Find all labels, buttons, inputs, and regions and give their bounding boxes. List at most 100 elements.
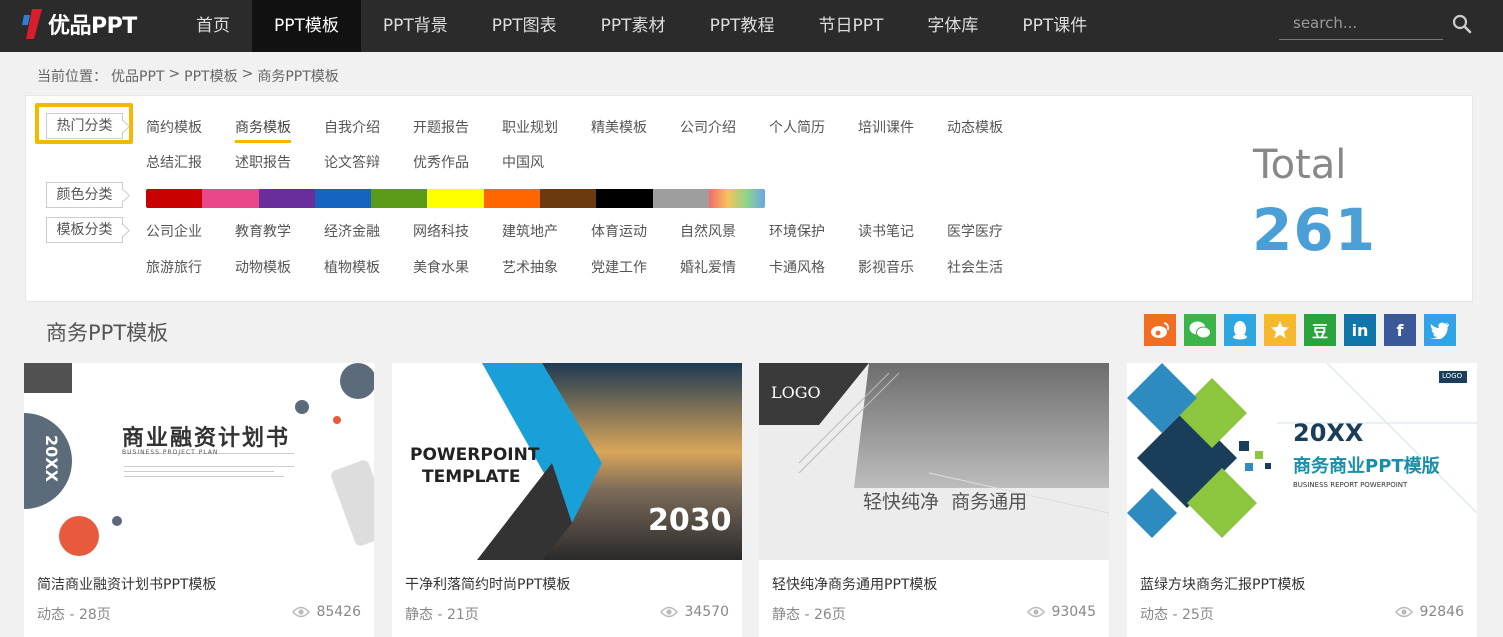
type-category-link[interactable]: 影视音乐 — [858, 257, 914, 277]
color-swatch[interactable] — [258, 189, 315, 208]
nav-item-6[interactable]: PPT教程 — [688, 0, 797, 52]
hot-category-link[interactable]: 论文答辩 — [324, 152, 380, 172]
hot-category-link[interactable]: 中国风 — [502, 152, 544, 172]
hot-category-link[interactable]: 简约模板 — [146, 117, 202, 137]
template-card[interactable]: POWERPOINT TEMPLATE 2030 干净利落简约时尚PPT模板 静… — [392, 363, 742, 637]
type-category-link[interactable]: 社会生活 — [947, 257, 1003, 277]
color-swatch[interactable] — [314, 189, 372, 208]
type-category-link[interactable]: 网络科技 — [413, 221, 469, 241]
nav-item-2[interactable]: PPT模板 — [252, 0, 361, 52]
search-icon[interactable] — [1452, 14, 1472, 34]
filter-panel: 热门分类 颜色分类 模板分类 Total 261 简约模板 商务模板 自我介绍 开题报… — [25, 95, 1473, 302]
template-card[interactable]: LOGO 20XX 商务商业PPT模版 BUSINESS REPORT POWE… — [1127, 363, 1477, 637]
site-logo[interactable]: 优品PPT — [22, 6, 137, 42]
hot-category-link[interactable]: 优秀作品 — [413, 152, 469, 172]
color-swatch[interactable] — [146, 189, 203, 208]
type-category-link[interactable]: 公司企业 — [146, 221, 202, 241]
template-thumbnail[interactable]: LOGO 轻快纯净 商务通用 — [759, 363, 1109, 560]
type-category-link[interactable]: 建筑地产 — [502, 221, 558, 241]
thumb-year: 20XX — [1293, 419, 1364, 447]
qq-icon[interactable] — [1224, 314, 1256, 346]
template-thumbnail[interactable]: POWERPOINT TEMPLATE 2030 — [392, 363, 742, 560]
template-card[interactable]: LOGO 轻快纯净 商务通用 轻快纯净商务通用PPT模板 静态 - 26页 93… — [759, 363, 1109, 637]
thumb-heading: 商务商业PPT模版 — [1293, 456, 1440, 477]
hot-category-link[interactable]: 总结汇报 — [146, 152, 202, 172]
type-category-link[interactable]: 美食水果 — [413, 257, 469, 277]
template-card[interactable]: 20XX 商业融资计划书 BUSINESS PROJECT PLAN 简洁商业融… — [24, 363, 374, 637]
color-swatch[interactable] — [652, 189, 709, 208]
weibo-icon[interactable] — [1144, 314, 1176, 346]
hot-category-link[interactable]: 培训课件 — [858, 117, 914, 137]
eye-icon — [1395, 606, 1414, 618]
card-title[interactable]: 简洁商业融资计划书PPT模板 — [37, 574, 216, 594]
brand-name: 优品PPT — [48, 14, 137, 39]
type-category-link[interactable]: 体育运动 — [591, 221, 647, 241]
nav-item-4[interactable]: PPT图表 — [470, 0, 579, 52]
template-thumbnail[interactable]: 20XX 商业融资计划书 BUSINESS PROJECT PLAN — [24, 363, 374, 560]
hot-category-link[interactable]: 自我介绍 — [324, 117, 380, 137]
twitter-icon[interactable] — [1424, 314, 1456, 346]
card-title[interactable]: 干净利落简约时尚PPT模板 — [405, 574, 570, 594]
color-swatch[interactable] — [202, 189, 259, 208]
search-input[interactable] — [1279, 8, 1429, 38]
type-category-link[interactable]: 党建工作 — [591, 257, 647, 277]
breadcrumb-link-templates[interactable]: PPT模板 — [184, 66, 237, 86]
card-type: 动态 — [37, 607, 65, 623]
type-category-link[interactable]: 动物模板 — [235, 257, 291, 277]
color-swatch[interactable] — [371, 189, 428, 208]
breadcrumb-link-home[interactable]: 优品PPT — [111, 66, 164, 86]
color-swatch[interactable] — [427, 189, 484, 208]
hot-category-link[interactable]: 开题报告 — [413, 117, 469, 137]
color-swatch[interactable] — [708, 189, 766, 208]
type-category-link[interactable]: 环境保护 — [769, 221, 825, 241]
wechat-icon[interactable] — [1184, 314, 1216, 346]
card-views: 93045 — [1027, 604, 1096, 620]
color-swatch[interactable] — [483, 189, 541, 208]
type-category-link[interactable]: 教育教学 — [235, 221, 291, 241]
card-type: 静态 — [772, 607, 800, 623]
card-view-count: 92846 — [1419, 604, 1464, 620]
nav-item-8[interactable]: 字体库 — [905, 0, 1000, 52]
facebook-icon[interactable]: f — [1384, 314, 1416, 346]
type-category-link[interactable]: 经济金融 — [324, 221, 380, 241]
section-title: 商务PPT模板 — [46, 321, 169, 345]
hot-category-link[interactable]: 职业规划 — [502, 117, 558, 137]
thumb-line1: POWERPOINT — [410, 445, 540, 465]
type-category-link[interactable]: 医学医疗 — [947, 221, 1003, 241]
card-title[interactable]: 蓝绿方块商务汇报PPT模板 — [1140, 574, 1305, 594]
card-title[interactable]: 轻快纯净商务通用PPT模板 — [772, 574, 937, 594]
eye-icon — [1027, 606, 1046, 618]
hot-category-link[interactable]: 公司介绍 — [680, 117, 736, 137]
breadcrumb-separator: > — [241, 66, 254, 82]
nav-item-1[interactable]: 首页 — [174, 0, 252, 52]
hot-category-link[interactable]: 商务模板 — [235, 117, 291, 143]
nav-item-9[interactable]: PPT课件 — [1000, 0, 1109, 52]
card-meta: 动态 - 28页 — [37, 607, 111, 623]
nav-item-3[interactable]: PPT背景 — [361, 0, 470, 52]
color-swatch[interactable] — [596, 189, 653, 208]
type-category-link[interactable]: 卡通风格 — [769, 257, 825, 277]
type-category-label: 模板分类 — [46, 217, 123, 243]
thumb-subheading: BUSINESS REPORT POWERPOINT — [1293, 481, 1408, 489]
linkedin-icon[interactable]: in — [1344, 314, 1376, 346]
template-thumbnail[interactable]: LOGO 20XX 商务商业PPT模版 BUSINESS REPORT POWE… — [1127, 363, 1477, 560]
hot-category-link[interactable]: 个人简历 — [769, 117, 825, 137]
color-category-label: 颜色分类 — [46, 182, 123, 208]
hot-category-link[interactable]: 精美模板 — [591, 117, 647, 137]
type-category-link[interactable]: 艺术抽象 — [502, 257, 558, 277]
douban-icon[interactable]: 豆 — [1304, 314, 1336, 346]
type-category-link[interactable]: 婚礼爱情 — [680, 257, 736, 277]
type-category-link[interactable]: 读书笔记 — [858, 221, 914, 241]
thumb-year: 2030 — [648, 503, 732, 538]
qzone-icon[interactable] — [1264, 314, 1296, 346]
type-category-link[interactable]: 自然风景 — [680, 221, 736, 241]
total-count: 261 — [1252, 196, 1377, 264]
type-category-link[interactable]: 植物模板 — [324, 257, 380, 277]
hot-category-link[interactable]: 述职报告 — [235, 152, 291, 172]
nav-item-7[interactable]: 节日PPT — [796, 0, 905, 52]
hot-category-link[interactable]: 动态模板 — [947, 117, 1003, 137]
card-view-count: 34570 — [684, 604, 729, 620]
nav-item-5[interactable]: PPT素材 — [579, 0, 688, 52]
type-category-link[interactable]: 旅游旅行 — [146, 257, 202, 277]
color-swatch[interactable] — [540, 189, 597, 208]
